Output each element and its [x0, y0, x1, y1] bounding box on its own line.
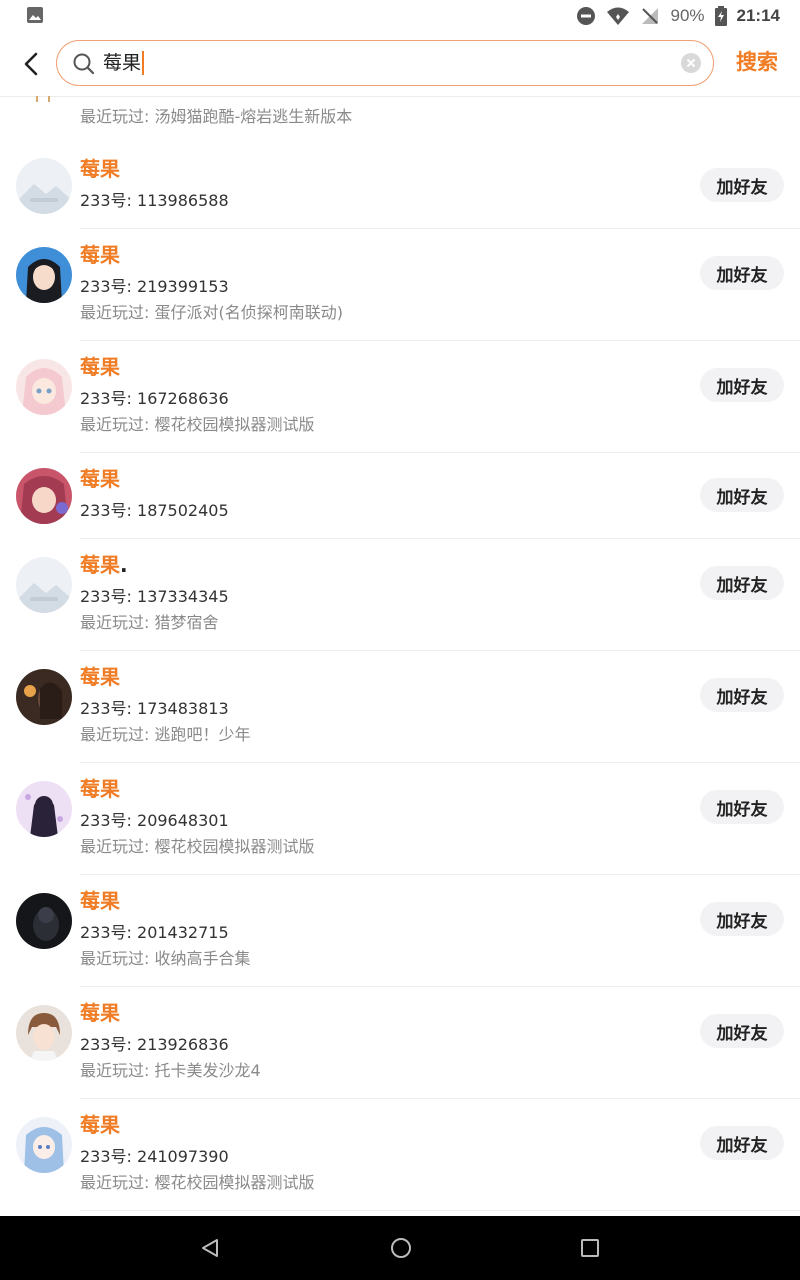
do-not-disturb-icon [577, 7, 596, 25]
user-id: 233号: 241097390 [80, 1147, 229, 1166]
add-friend-button[interactable]: 加好友 [700, 368, 784, 402]
user-name-match: 莓果 [80, 1001, 120, 1025]
user-id: 233号: 209648301 [80, 811, 229, 830]
list-item[interactable]: 莓果 233号: 201432715 最近玩过: 收纳高手合集 加好友 [0, 875, 800, 987]
list-item[interactable]: 莓果 233号: 219399153 最近玩过: 蛋仔派对(名侦探柯南联动) 加好友 [0, 229, 800, 341]
list-item[interactable]: 莓果 233号: 187502405 加好友 [0, 453, 800, 539]
add-friend-button[interactable]: 加好友 [700, 566, 784, 600]
user-id: 233号: 167268636 [80, 389, 229, 408]
user-name-match: 莓果 [80, 355, 120, 379]
list-item[interactable]: 莓果 233号: 213926836 最近玩过: 托卡美发沙龙4 加好友 [0, 987, 800, 1099]
add-friend-button[interactable]: 加好友 [700, 790, 784, 824]
add-friend-button[interactable]: 加好友 [700, 168, 784, 202]
search-input[interactable]: 莓果 [103, 50, 145, 76]
user-id: 233号: 219399153 [80, 277, 229, 296]
add-friend-button[interactable]: 加好友 [700, 256, 784, 290]
recent-played: 最近玩过: 托卡美发沙龙4 [80, 1061, 261, 1080]
clock: 21:14 [736, 6, 780, 25]
user-name: 莓果 [80, 1001, 120, 1025]
search-icon [73, 53, 95, 75]
user-name-match: 莓果 [80, 157, 120, 181]
avatar[interactable] [16, 557, 72, 613]
list-item[interactable]: 莓果 233号: 113986588 加好友 [0, 143, 800, 229]
no-signal-icon [642, 8, 659, 24]
nav-back-icon[interactable] [198, 1236, 222, 1260]
add-friend-button[interactable]: 加好友 [700, 1014, 784, 1048]
user-name: 莓果 [80, 467, 120, 491]
user-id: 233号: 113986588 [80, 191, 229, 210]
add-friend-button[interactable]: 加好友 [700, 478, 784, 512]
user-name: 莓果 [80, 1113, 120, 1137]
user-name-match: 莓果 [80, 553, 120, 577]
user-name-match: 莓果 [80, 889, 120, 913]
battery-percent: 90% [670, 6, 705, 25]
navigation-bar [0, 1216, 800, 1280]
user-id: 233号: 137334345 [80, 587, 229, 606]
status-bar: 90% 21:14 [0, 0, 800, 32]
user-id: 233号: 187502405 [80, 501, 229, 520]
avatar[interactable] [16, 158, 72, 214]
recent-played: 最近玩过: 汤姆猫跑酷-熔岩逃生新版本 [80, 107, 353, 126]
list-item[interactable]: 莓果 233号: 209648301 最近玩过: 樱花校园模拟器测试版 加好友 [0, 763, 800, 875]
recent-played: 最近玩过: 逃跑吧！少年 [80, 725, 251, 744]
text-caret [142, 51, 145, 75]
divider [80, 1210, 800, 1211]
list-item[interactable]: 莓果. 233号: 137334345 最近玩过: 猎梦宿舍 加好友 [0, 539, 800, 651]
recent-played: 最近玩过: 蛋仔派对(名侦探柯南联动) [80, 303, 343, 322]
avatar-partial [36, 96, 50, 102]
user-name-suffix: . [120, 553, 128, 577]
user-name-match: 莓果 [80, 467, 120, 491]
search-query: 莓果 [103, 52, 142, 74]
user-name: 莓果 [80, 665, 120, 689]
add-friend-button[interactable]: 加好友 [700, 678, 784, 712]
search-results-list[interactable]: 最近玩过: 汤姆猫跑酷-熔岩逃生新版本 莓果 233号: 113986588 加好友… [0, 96, 800, 1216]
add-friend-button[interactable]: 加好友 [700, 1126, 784, 1160]
user-name: 莓果 [80, 355, 120, 379]
list-item[interactable]: 莓果 233号: 167268636 最近玩过: 樱花校园模拟器测试版 加好友 [0, 341, 800, 453]
list-item[interactable]: 最近玩过: 汤姆猫跑酷-熔岩逃生新版本 [0, 96, 800, 142]
user-id: 233号: 213926836 [80, 1035, 229, 1054]
recent-played: 最近玩过: 樱花校园模拟器测试版 [80, 837, 315, 856]
battery-charging-icon [714, 6, 727, 26]
image-notification-icon [27, 7, 43, 23]
avatar[interactable] [16, 1117, 72, 1173]
add-friend-button[interactable]: 加好友 [700, 902, 784, 936]
user-name-match: 莓果 [80, 777, 120, 801]
user-name-match: 莓果 [80, 243, 120, 267]
avatar[interactable] [16, 359, 72, 415]
avatar[interactable] [16, 669, 72, 725]
list-item[interactable]: 莓果 233号: 173483813 最近玩过: 逃跑吧！少年 加好友 [0, 651, 800, 763]
clear-icon[interactable] [681, 53, 701, 73]
avatar[interactable] [16, 1005, 72, 1061]
nav-recents-icon[interactable] [578, 1236, 602, 1260]
list-item[interactable]: 莓果 233号: 241097390 最近玩过: 樱花校园模拟器测试版 加好友 [0, 1099, 800, 1211]
user-id: 233号: 201432715 [80, 923, 229, 942]
recent-played: 最近玩过: 樱花校园模拟器测试版 [80, 1173, 315, 1192]
avatar[interactable] [16, 893, 72, 949]
user-name-match: 莓果 [80, 1113, 120, 1137]
avatar[interactable] [16, 468, 72, 524]
user-name: 莓果 [80, 243, 120, 267]
user-name: 莓果 [80, 777, 120, 801]
user-name: 莓果 [80, 889, 120, 913]
user-id: 233号: 173483813 [80, 699, 229, 718]
recent-played: 最近玩过: 收纳高手合集 [80, 949, 251, 968]
nav-home-icon[interactable] [389, 1236, 413, 1260]
search-box[interactable]: 莓果 [56, 40, 714, 86]
wifi-icon [607, 7, 630, 25]
avatar[interactable] [16, 247, 72, 303]
avatar[interactable] [16, 781, 72, 837]
user-name: 莓果 [80, 157, 120, 181]
recent-played: 最近玩过: 猎梦宿舍 [80, 613, 219, 632]
search-button[interactable]: 搜索 [736, 46, 778, 76]
user-name: 莓果. [80, 553, 128, 577]
user-name-match: 莓果 [80, 665, 120, 689]
search-header: 莓果 搜索 [0, 32, 800, 97]
back-arrow-icon[interactable] [18, 50, 46, 78]
recent-played: 最近玩过: 樱花校园模拟器测试版 [80, 415, 315, 434]
